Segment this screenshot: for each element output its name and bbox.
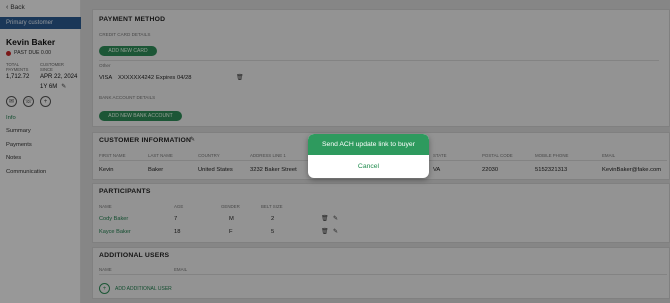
ach-dialog: Send ACH update link to buyer Cancel [308, 134, 429, 178]
send-ach-link-button[interactable]: Send ACH update link to buyer [308, 134, 429, 155]
cancel-button[interactable]: Cancel [308, 158, 429, 176]
